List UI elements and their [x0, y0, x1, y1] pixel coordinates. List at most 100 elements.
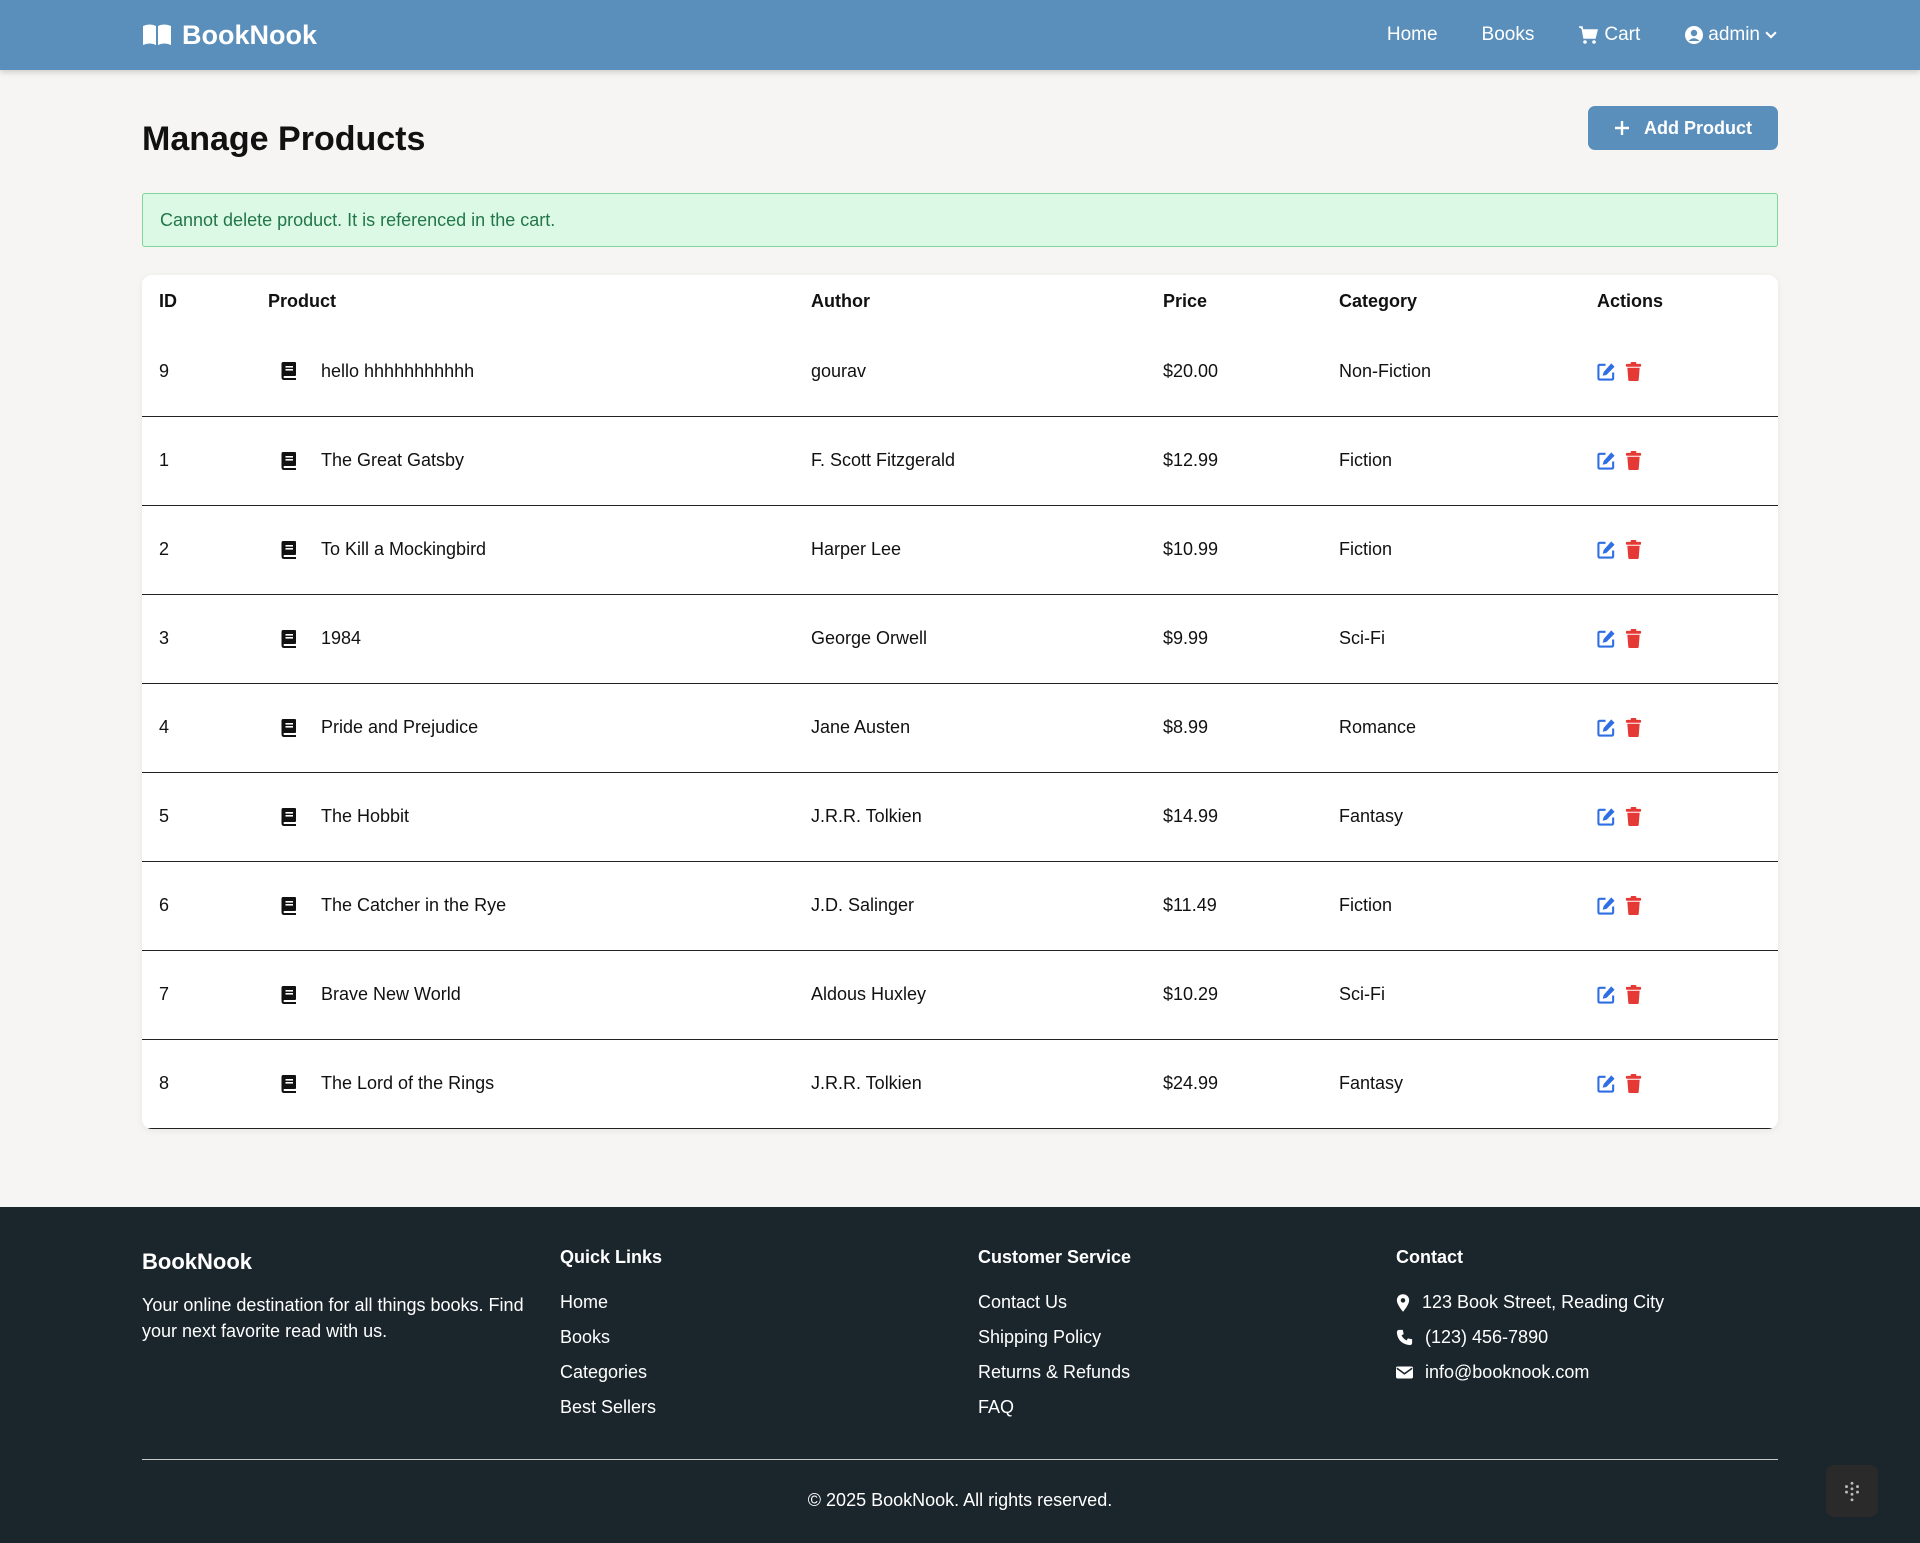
user-menu-dropdown[interactable]: admin	[1684, 24, 1778, 46]
cell-id: 1	[159, 450, 170, 470]
col-header-product: Product	[268, 290, 337, 311]
open-book-icon	[143, 24, 171, 45]
edit-icon[interactable]	[1597, 985, 1616, 1004]
footer-link-contact-us[interactable]: Contact Us	[978, 1285, 1396, 1320]
cell-product: The Hobbit	[251, 772, 794, 861]
table-row: 7 Brave New World Aldous Huxley $10.29 S…	[142, 950, 1778, 1039]
cell-category: Romance	[1339, 717, 1417, 737]
products-table: ID Product Author Price Category Actions…	[142, 275, 1778, 1129]
copyright: © 2025 BookNook. All rights reserved.	[807, 1490, 1113, 1510]
edit-icon[interactable]	[1597, 807, 1616, 826]
footer-link-books[interactable]: Books	[560, 1320, 978, 1355]
trash-icon[interactable]	[1624, 807, 1643, 826]
table-row: 3 1984 George Orwell $9.99 Sci-Fi	[142, 594, 1778, 683]
cell-author: Aldous Huxley	[811, 984, 927, 1004]
trash-icon[interactable]	[1624, 1074, 1643, 1093]
trash-icon[interactable]	[1624, 718, 1643, 737]
cell-category: Sci-Fi	[1339, 984, 1385, 1004]
edit-icon[interactable]	[1597, 718, 1616, 737]
edit-icon[interactable]	[1597, 362, 1616, 381]
map-pin-icon	[1396, 1293, 1410, 1312]
book-icon	[281, 629, 296, 648]
cell-price: $10.99	[1163, 539, 1219, 559]
footer-link-categories[interactable]: Categories	[560, 1355, 978, 1390]
cell-category: Fiction	[1339, 895, 1393, 915]
footer-about: BookNook Your online destination for all…	[142, 1247, 560, 1425]
edit-icon[interactable]	[1597, 1074, 1616, 1093]
cell-author: J.D. Salinger	[811, 895, 915, 915]
product-title: The Hobbit	[321, 806, 410, 826]
contact-address-text: 123 Book Street, Reading City	[1422, 1292, 1665, 1312]
cell-price: $11.49	[1163, 895, 1217, 915]
cell-id: 4	[159, 717, 170, 737]
cell-author: F. Scott Fitzgerald	[811, 450, 956, 470]
cell-id: 6	[159, 895, 170, 915]
cell-author: Harper Lee	[811, 539, 902, 559]
col-header-price: Price	[1163, 290, 1208, 311]
trash-icon[interactable]	[1624, 896, 1643, 915]
edit-icon[interactable]	[1597, 896, 1616, 915]
table-row: 2 To Kill a Mockingbird Harper Lee $10.9…	[142, 505, 1778, 594]
footer-quick-links: Quick Links Home Books Categories Best S…	[560, 1247, 978, 1425]
navbar: BookNook Home Books Cart admin	[0, 0, 1920, 70]
edit-icon[interactable]	[1597, 451, 1616, 470]
product-title: The Lord of the Rings	[321, 1073, 495, 1093]
footer-link-best-sellers[interactable]: Best Sellers	[560, 1390, 978, 1425]
cell-product: Brave New World	[251, 950, 794, 1039]
cell-price: $24.99	[1163, 1073, 1219, 1093]
trash-icon[interactable]	[1624, 540, 1643, 559]
cell-price: $14.99	[1163, 806, 1219, 826]
trash-icon[interactable]	[1624, 985, 1643, 1004]
footer-link-home[interactable]: Home	[560, 1285, 978, 1320]
cell-product: hello hhhhhhhhhhh	[251, 327, 794, 416]
table-row: 8 The Lord of the Rings J.R.R. Tolkien $…	[142, 1039, 1778, 1128]
footer: BookNook Your online destination for all…	[0, 1207, 1920, 1543]
footer-link-returns[interactable]: Returns & Refunds	[978, 1355, 1396, 1390]
cell-actions	[1580, 416, 1778, 505]
cell-product: The Great Gatsby	[251, 416, 794, 505]
cell-id: 3	[159, 628, 170, 648]
nav-cart-link[interactable]: Cart	[1578, 24, 1640, 46]
quick-links-title: Quick Links	[560, 1247, 663, 1267]
nav-home-link[interactable]: Home	[1387, 24, 1438, 46]
nav-cart-label: Cart	[1604, 24, 1641, 45]
trash-icon[interactable]	[1624, 361, 1643, 381]
corner-widget-icon[interactable]	[1826, 1465, 1878, 1517]
cell-actions	[1580, 327, 1778, 416]
cell-product: The Lord of the Rings	[251, 1039, 794, 1128]
product-title: Pride and Prejudice	[321, 717, 479, 737]
table-row: 9 hello hhhhhhhhhhh gourav $20.00 Non-Fi…	[142, 327, 1778, 416]
product-title: hello hhhhhhhhhhh	[321, 360, 475, 381]
brand-name: BookNook	[182, 19, 317, 50]
cell-category: Non-Fiction	[1339, 360, 1432, 381]
col-header-actions: Actions	[1597, 290, 1664, 311]
footer-link-shipping-policy[interactable]: Shipping Policy	[978, 1320, 1396, 1355]
cell-actions	[1580, 861, 1778, 950]
book-icon	[281, 807, 296, 826]
footer-link-faq[interactable]: FAQ	[978, 1390, 1396, 1425]
trash-icon[interactable]	[1624, 451, 1643, 470]
cell-price: $10.29	[1163, 984, 1219, 1004]
book-icon	[281, 540, 296, 559]
book-icon	[281, 1074, 296, 1093]
cell-price: $20.00	[1163, 360, 1219, 381]
cell-category: Fantasy	[1339, 1073, 1404, 1093]
chevron-down-icon	[1765, 31, 1777, 39]
brand-logo[interactable]: BookNook	[142, 20, 317, 51]
cell-actions	[1580, 950, 1778, 1039]
product-title: Brave New World	[321, 984, 461, 1004]
trash-icon[interactable]	[1624, 629, 1643, 648]
cell-id: 2	[159, 539, 170, 559]
edit-icon[interactable]	[1597, 540, 1616, 559]
phone-icon	[1396, 1329, 1413, 1346]
envelope-icon	[1396, 1366, 1413, 1379]
cell-author: J.R.R. Tolkien	[811, 1073, 922, 1093]
add-product-button[interactable]: Add Product	[1588, 106, 1778, 150]
nav-books-link[interactable]: Books	[1482, 24, 1535, 46]
book-icon	[281, 896, 296, 915]
cell-category: Sci-Fi	[1339, 628, 1385, 648]
cell-product: To Kill a Mockingbird	[251, 505, 794, 594]
edit-icon[interactable]	[1597, 629, 1616, 648]
cell-actions	[1580, 594, 1778, 683]
add-product-label: Add Product	[1644, 117, 1752, 138]
